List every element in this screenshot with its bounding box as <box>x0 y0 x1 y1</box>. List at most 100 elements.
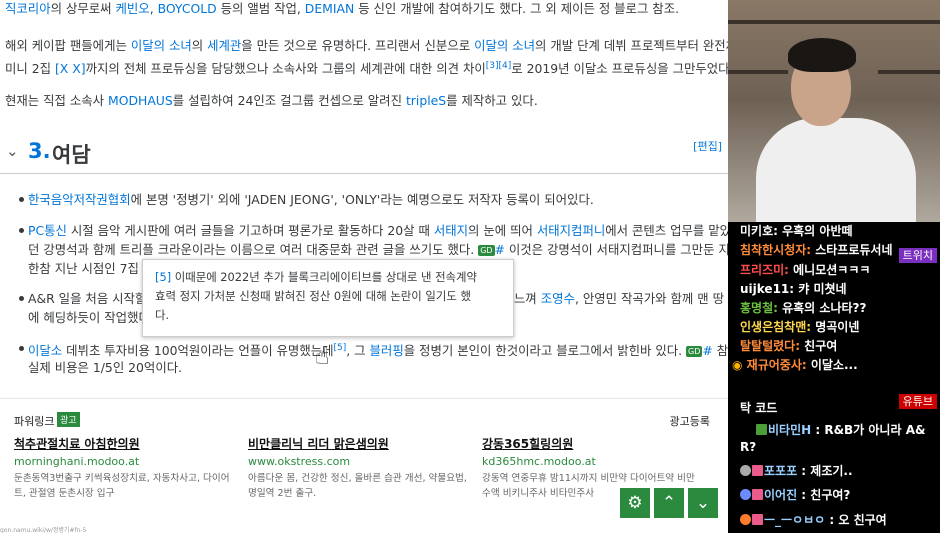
link[interactable]: MODHAUS <box>108 93 173 108</box>
badge-icon <box>752 465 763 476</box>
scroll-down-button[interactable]: ⌄ <box>688 488 718 518</box>
text: 미니 2집 <box>5 61 55 77</box>
person-body <box>756 118 916 222</box>
avatar <box>740 514 751 525</box>
chat-message: 탁 코드 <box>740 400 777 416</box>
text: , <box>149 1 158 16</box>
tooltip-line-3: 다. <box>155 308 170 322</box>
wiki-page: 직코리아의 상무로써 케빈오, BOYCOLD 등의 앨범 작업, DEMIAN… <box>0 0 728 533</box>
section-header[interactable]: ⌄ 3. 여담 [편집] <box>0 138 728 174</box>
text: 까지의 전체 프로듀싱을 담당했으나 소속사와 그룹의 세계관에 대한 의견 차… <box>85 61 486 77</box>
chat-username: 프리즈미: <box>740 263 789 277</box>
chat-message: 침착한시청자: 스타프로듀서네 <box>740 242 893 258</box>
link[interactable]: 이달의 소녀 <box>131 38 192 53</box>
link[interactable]: DEMIAN <box>305 1 354 16</box>
chat-text: 친구여 <box>800 339 838 353</box>
stream-sidebar: 미키호: 우혹의 아반떼 침착한시청자: 스타프로듀서네 트위치 프리즈미: 에… <box>728 0 940 533</box>
link[interactable]: 한국음악저작권협회 <box>28 192 131 207</box>
chat-username: 탈탈털렸다: <box>740 339 800 353</box>
link[interactable]: 이달소 <box>28 343 62 358</box>
footnote-ref[interactable]: [5] <box>155 270 171 284</box>
text: 의 개발 단계 데뷔 프로젝트부터 완전체 <box>535 38 728 53</box>
chat-username: 침착한시청자: <box>740 243 812 257</box>
footnote-link[interactable]: [5] <box>334 343 347 353</box>
ad-item[interactable]: 비만클리닉 리더 맑은샘의원 www.okstress.com 아름다운 몸, … <box>248 435 470 501</box>
badge-icon <box>752 514 763 525</box>
chat-text: : 제조기.. <box>797 464 853 478</box>
chat-text: 이달소... <box>806 358 858 372</box>
edit-link[interactable]: [편집] <box>693 138 722 154</box>
tooltip-line-1: [5] 이때문에 2022년 추가 블록크리에이티브를 상대로 낸 전속계약 <box>155 268 501 287</box>
ad-register-link[interactable]: 광고등록 <box>670 413 710 429</box>
footnote-link[interactable]: [3][4] <box>486 61 512 71</box>
text: 를 제작하고 있다. <box>446 93 538 108</box>
chat-text: 우혹의 아반떼 <box>777 224 853 238</box>
link[interactable]: 서태지 <box>434 223 468 238</box>
chat-message: R? <box>740 439 756 455</box>
link[interactable]: 세계관 <box>207 38 241 53</box>
gd-link-icon[interactable]: GD <box>686 346 703 358</box>
ad-url[interactable]: morninghani.modoo.at <box>14 453 236 471</box>
tooltip-line-2: 효력 정지 가처분 신청때 밝혀진 정산 0원에 대해 논란이 일기도 했 <box>155 289 471 303</box>
chevron-down-icon: ⌄ <box>695 493 711 513</box>
link[interactable]: 직코리아 <box>5 1 51 16</box>
chat-username: 재규어중사: <box>746 358 807 372</box>
chat-message: 홍명철: 유혹의 소나타?? <box>740 300 866 316</box>
section-title: 여담 <box>52 143 91 167</box>
text: 시절 음악 게시판에 여러 글들을 기고하며 평론가로 활동하다 20살 때 <box>66 223 434 238</box>
ad-title[interactable]: 척추관절치료 아침한의원 <box>14 435 236 453</box>
gd-link-icon[interactable]: GD <box>478 245 495 256</box>
text: 에 헤딩하듯이 작업했다 <box>28 310 150 325</box>
link[interactable]: 이달의 소녀 <box>474 38 535 53</box>
bullet <box>19 346 24 351</box>
text: 을 정병기 본인이 한것이라고 블로그에서 밝힌바 있다. <box>403 343 687 359</box>
person-hair <box>788 38 856 72</box>
avatar <box>756 424 767 435</box>
text: , 안영민 작곡가와 함께 맨 땅 <box>574 291 724 306</box>
chat-message: 프리즈미: 에니모션ㅋㅋㅋ <box>740 262 870 278</box>
chevron-down-icon[interactable]: ⌄ <box>6 142 19 160</box>
bullet <box>19 228 24 233</box>
link[interactable]: 케빈오 <box>115 1 149 16</box>
hash-link[interactable]: # <box>495 242 505 257</box>
chat-username: 홍명철: <box>740 301 778 315</box>
link[interactable]: [X X] <box>55 61 86 76</box>
chat-text: 에니모션ㅋㅋㅋ <box>788 263 871 277</box>
text: 를 설립하여 24인조 걸그룹 컨셉으로 알려진 <box>172 93 406 108</box>
text: 등의 앨범 작업, <box>216 1 305 16</box>
ad-title[interactable]: 강동365힐링의원 <box>482 435 704 453</box>
link[interactable]: 조영수 <box>541 291 575 306</box>
chat-message: 비타민H : R&B가 아니라 A& <box>756 422 925 438</box>
list-item-2-line-3: 한참 지난 시점인 7집 발 <box>28 258 154 279</box>
status-url: gon.namu.wiki/w/정병기#fn-5 <box>0 527 87 533</box>
chat-text: 캬 미쳣네 <box>794 282 847 296</box>
paragraph-2-line-1: 해외 케이팝 팬들에게는 이달의 소녀의 세계관을 만든 것으로 유명하다. 프… <box>5 36 728 56</box>
list-item-2-line-1: PC통신 시절 음악 게시판에 여러 글들을 기고하며 평론가로 활동하다 20… <box>28 220 728 241</box>
settings-button[interactable]: ⚙ <box>620 488 650 518</box>
link[interactable]: 블러핑 <box>370 343 404 358</box>
link[interactable]: tripleS <box>406 93 446 108</box>
ad-url[interactable]: kd365hmc.modoo.at <box>482 453 704 471</box>
chat-message: 이어진 : 친구여? <box>740 487 850 503</box>
text: 로 2019년 이달소 프로듀싱을 그만두었다. <box>511 61 728 77</box>
list-item-3-line-2: 에 헤딩하듯이 작업했다 <box>28 307 150 328</box>
text: 던 강명석과 함께 트리플 크라운이라는 이름으로 여러 대중문화 관련 글을 … <box>28 242 479 257</box>
hash-link[interactable]: # <box>702 343 712 358</box>
chat-text: 스타프로듀서네 <box>811 243 893 257</box>
scroll-up-button[interactable]: ⌃ <box>654 488 684 518</box>
link[interactable]: 서태지컴퍼니 <box>537 223 605 238</box>
chat-username: 비타민H <box>768 423 812 437</box>
text: 한참 지난 시점인 7집 발 <box>28 261 155 276</box>
shelf <box>728 20 940 24</box>
paragraph-2-line-2: 미니 2집 [X X]까지의 전체 프로듀싱을 담당했으나 소속사와 그룹의 세… <box>5 56 728 79</box>
chat-username: uijke11: <box>740 282 795 296</box>
ad-item[interactable]: 척추관절치료 아침한의원 morninghani.modoo.at 둔촌동역3번… <box>14 435 236 501</box>
text: 의 눈에 띄어 <box>468 223 537 238</box>
text: 등 신인 개발에 참여하기도 했다. 그 외 제이든 정 블로그 참조. <box>354 1 680 16</box>
text: 의 <box>191 38 208 53</box>
link[interactable]: PC통신 <box>28 223 67 238</box>
ad-title[interactable]: 비만클리닉 리더 맑은샘의원 <box>248 435 470 453</box>
link[interactable]: BOYCOLD <box>158 1 217 16</box>
ad-url[interactable]: www.okstress.com <box>248 453 470 471</box>
chat-username: 이어진 <box>764 488 798 502</box>
